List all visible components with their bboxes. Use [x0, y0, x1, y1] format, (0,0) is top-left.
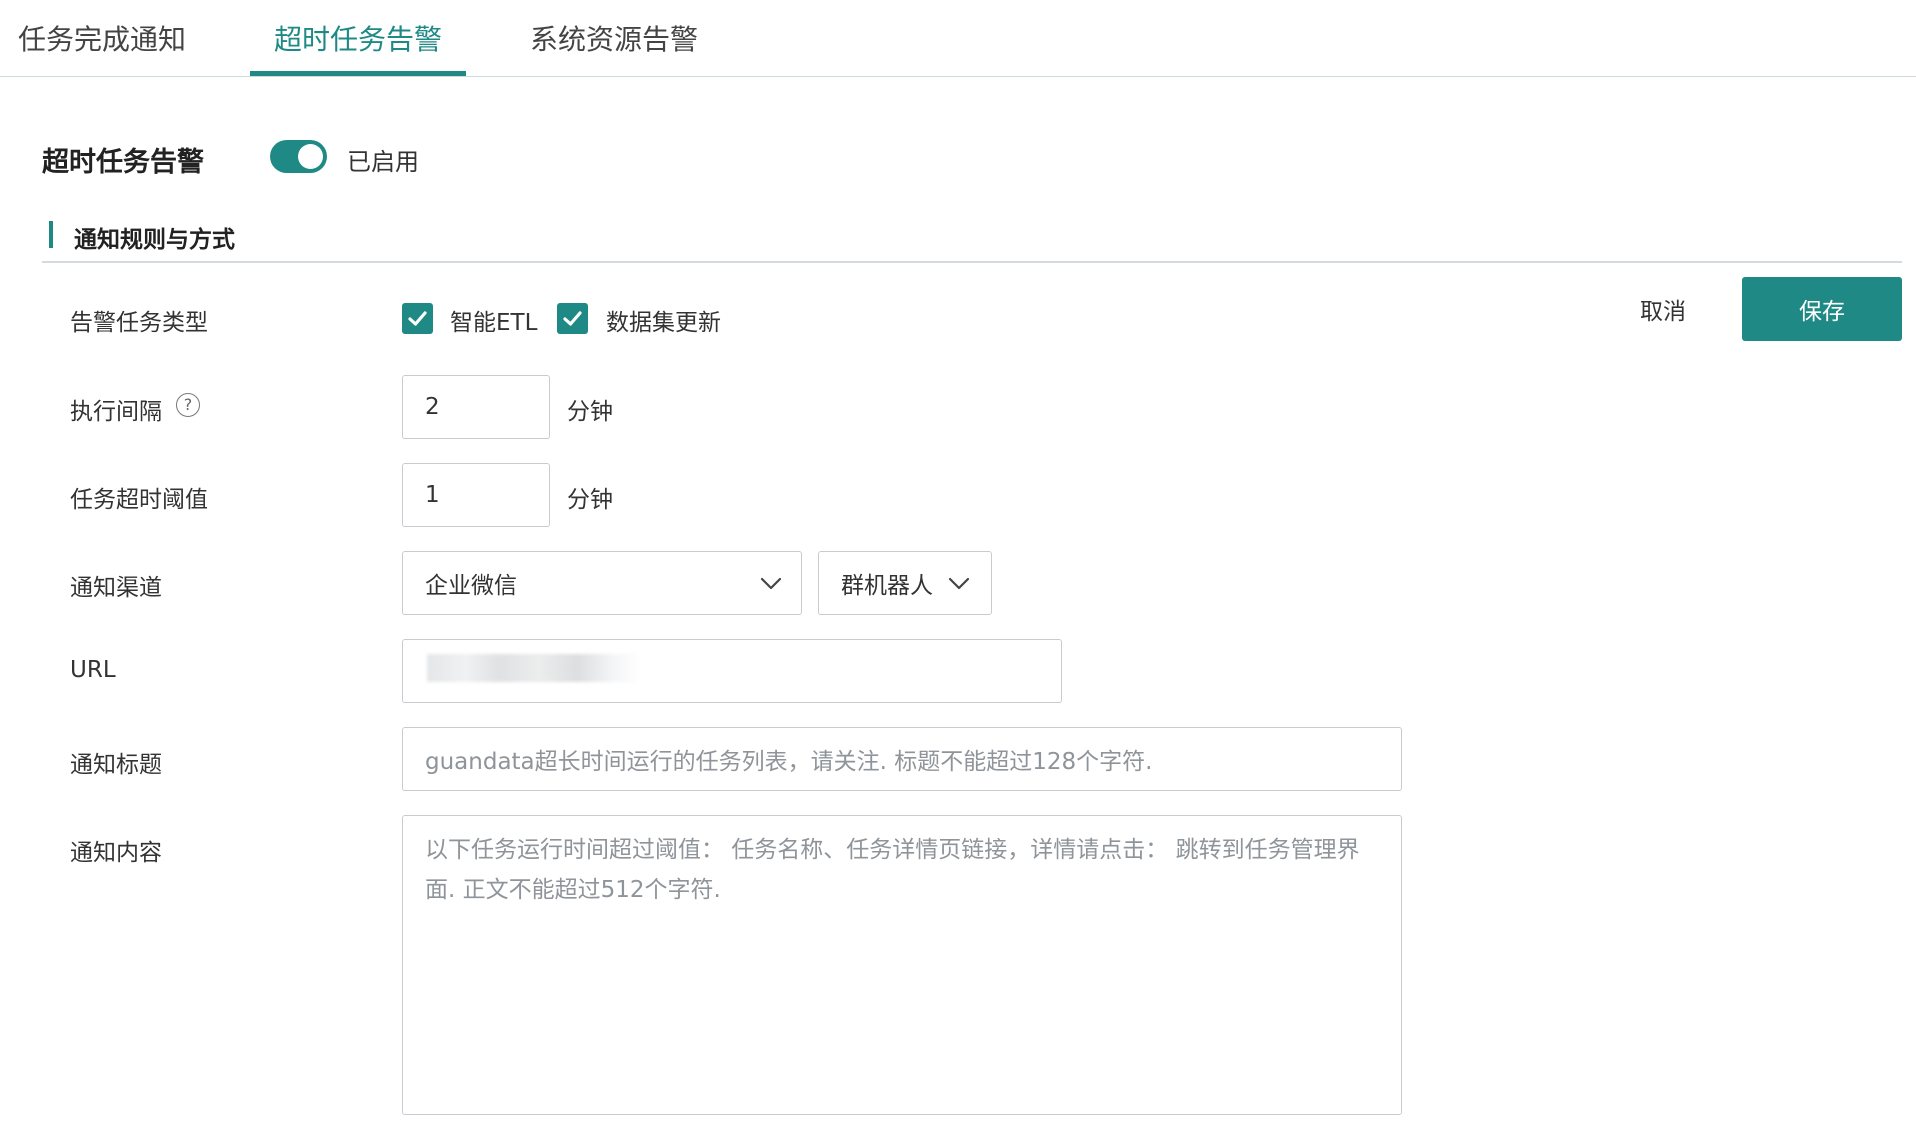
url-input[interactable] — [402, 639, 1062, 703]
tab-timeout-alert[interactable]: 超时任务告警 — [274, 18, 442, 58]
notify-title-placeholder: guandata超长时间运行的任务列表，请关注. 标题不能超过128个字符. — [425, 749, 1153, 775]
enable-toggle[interactable] — [270, 140, 327, 173]
interval-label: 执行间隔 — [70, 399, 162, 425]
cancel-button[interactable]: 取消 — [1610, 278, 1716, 340]
interval-value: 2 — [425, 394, 440, 420]
section-title: 通知规则与方式 — [74, 227, 235, 253]
notify-content-label: 通知内容 — [70, 840, 162, 866]
url-label: URL — [70, 657, 116, 683]
checkbox-dataset-update[interactable] — [557, 303, 588, 334]
threshold-input[interactable]: 1 — [402, 463, 550, 527]
help-icon[interactable]: ? — [176, 393, 200, 417]
section-accent-bar — [49, 221, 53, 248]
save-button[interactable]: 保存 — [1742, 277, 1902, 341]
tab-system-resource-alert[interactable]: 系统资源告警 — [530, 18, 698, 58]
checkbox-smart-etl[interactable] — [402, 303, 433, 334]
section-divider — [42, 261, 1902, 263]
active-tab-indicator — [250, 71, 466, 76]
channel-type-select[interactable]: 群机器人 — [818, 551, 992, 615]
tab-bar: 任务完成通知 超时任务告警 系统资源告警 — [0, 0, 1916, 77]
channel-selected-value: 企业微信 — [425, 573, 517, 599]
tab-task-complete-notify[interactable]: 任务完成通知 — [18, 18, 186, 58]
check-icon — [408, 311, 427, 326]
threshold-label: 任务超时阈值 — [70, 487, 208, 513]
toggle-knob — [298, 144, 323, 169]
interval-unit: 分钟 — [567, 399, 613, 425]
redacted-url-blur — [427, 654, 641, 682]
interval-input[interactable]: 2 — [402, 375, 550, 439]
page-title: 超时任务告警 — [42, 147, 204, 178]
notify-content-textarea[interactable]: 以下任务运行时间超过阈值： 任务名称、任务详情页链接，详情请点击： 跳转到任务管… — [402, 815, 1402, 1115]
notify-content-placeholder: 以下任务运行时间超过阈值： 任务名称、任务详情页链接，详情请点击： 跳转到任务管… — [425, 837, 1360, 903]
channel-select[interactable]: 企业微信 — [402, 551, 802, 615]
chevron-down-icon — [948, 577, 970, 590]
threshold-unit: 分钟 — [567, 487, 613, 513]
channel-label: 通知渠道 — [70, 575, 162, 601]
check-icon — [563, 311, 582, 326]
chevron-down-icon — [760, 577, 782, 590]
channel-type-selected-value: 群机器人 — [841, 573, 933, 599]
checkbox-smart-etl-label: 智能ETL — [450, 310, 538, 336]
notify-title-label: 通知标题 — [70, 752, 162, 778]
task-type-label: 告警任务类型 — [70, 310, 208, 336]
toggle-status-label: 已启用 — [347, 148, 419, 176]
checkbox-dataset-update-label: 数据集更新 — [606, 310, 721, 336]
threshold-value: 1 — [425, 482, 440, 508]
notify-title-input[interactable]: guandata超长时间运行的任务列表，请关注. 标题不能超过128个字符. — [402, 727, 1402, 791]
